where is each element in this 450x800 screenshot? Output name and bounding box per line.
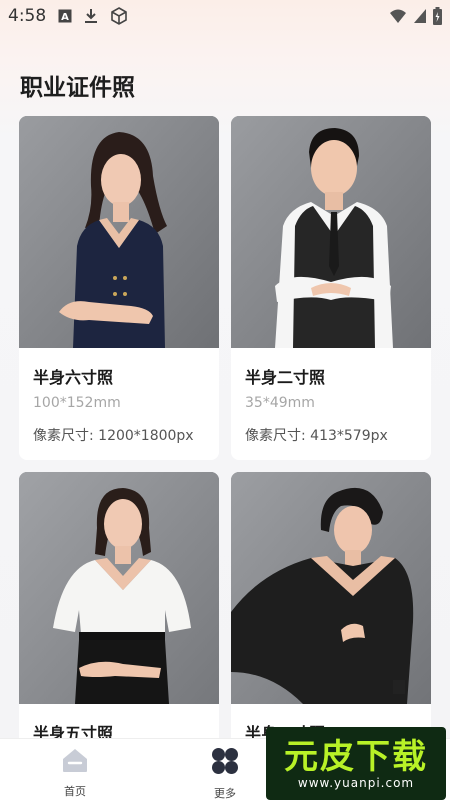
nav-home[interactable]: 首页 <box>35 739 115 800</box>
card-photo <box>19 472 219 704</box>
nav-more-label: 更多 <box>214 787 236 800</box>
a-box-icon: A <box>58 9 72 23</box>
photo-card-six-inch[interactable]: 半身六寸照 100*152mm 像素尺寸: 1200*1800px <box>19 116 219 460</box>
photo-card-two-inch[interactable]: 半身二寸照 35*49mm 像素尺寸: 413*579px <box>231 116 431 460</box>
card-photo <box>19 116 219 348</box>
woman-portrait-image <box>19 116 219 348</box>
watermark-main-text: 元皮下载 <box>284 736 428 777</box>
signal-icon <box>413 8 427 24</box>
status-icons-right <box>389 7 442 25</box>
svg-text:A: A <box>61 12 69 23</box>
cube-icon <box>110 7 128 25</box>
photo-card-five-inch[interactable]: 半身五寸照 <box>19 472 219 762</box>
man-portrait-image <box>231 116 431 348</box>
photo-card-one-inch[interactable]: 半身一寸照 <box>231 472 431 762</box>
wifi-icon <box>389 8 407 24</box>
page-title: 职业证件照 <box>20 75 135 101</box>
watermark-logo: 元皮下载 www.yuanpi.com <box>266 727 446 800</box>
nav-more[interactable]: 更多 <box>185 739 265 800</box>
card-title: 半身六寸照 <box>33 368 114 387</box>
card-size: 100*152mm <box>33 395 121 411</box>
status-time: 4:58 <box>8 6 47 26</box>
status-icons-left: A <box>58 7 128 25</box>
status-bar: 4:58 A <box>0 0 450 32</box>
card-photo <box>231 116 431 348</box>
download-icon <box>84 8 98 24</box>
battery-icon <box>433 7 442 25</box>
grid-more-icon <box>211 747 239 779</box>
woman-white-top-portrait-image <box>19 472 219 704</box>
card-title: 半身二寸照 <box>245 368 326 387</box>
card-photo <box>231 472 431 704</box>
card-pixels: 像素尺寸: 1200*1800px <box>33 428 194 444</box>
card-pixels: 像素尺寸: 413*579px <box>245 428 388 444</box>
watermark-url-text: www.yuanpi.com <box>297 775 415 790</box>
nav-home-label: 首页 <box>64 785 86 798</box>
home-icon <box>60 747 90 777</box>
card-size: 35*49mm <box>245 395 315 411</box>
woman-black-dress-portrait-image <box>231 472 431 704</box>
